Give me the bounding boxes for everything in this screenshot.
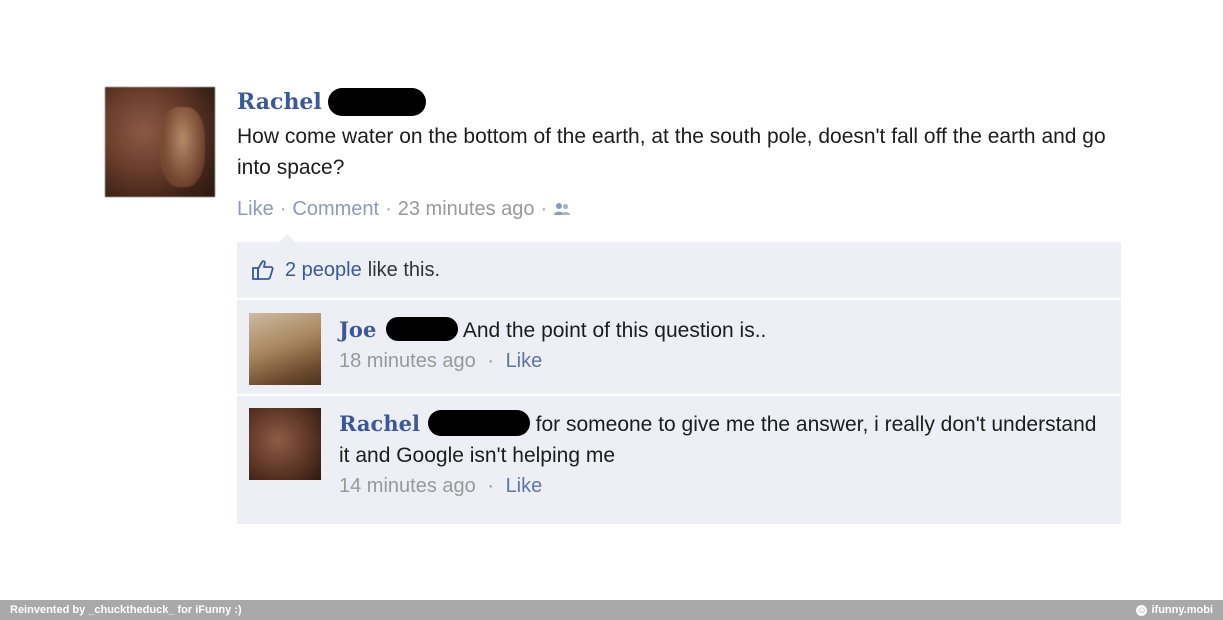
- comment-author[interactable]: Joe: [339, 317, 376, 342]
- comment-like-link[interactable]: Like: [506, 475, 543, 497]
- likes-text: like this.: [367, 258, 440, 281]
- comment-meta: 14 minutes ago · Like: [339, 475, 1101, 498]
- caret: [279, 234, 295, 242]
- brand: ☺ ifunny.mobi: [1136, 604, 1213, 616]
- thumbs-up-icon: [251, 258, 275, 282]
- comment: Joe And the point of this question is.. …: [237, 298, 1121, 394]
- comments-box: 2 people like this. Joe And the point of…: [237, 234, 1121, 524]
- post-timestamp[interactable]: 23 minutes ago: [398, 198, 535, 221]
- comment-timestamp[interactable]: 18 minutes ago: [339, 350, 476, 372]
- comment-avatar[interactable]: [249, 313, 321, 385]
- author-avatar[interactable]: [105, 87, 215, 197]
- watermark-footer: Reinvented by _chucktheduck_ for iFunny …: [0, 600, 1223, 620]
- post-actions: Like · Comment · 23 minutes ago ·: [237, 195, 1127, 223]
- comment-timestamp[interactable]: 14 minutes ago: [339, 475, 476, 497]
- author-line: Rachel: [237, 85, 1127, 119]
- redaction-bar: [427, 410, 530, 436]
- post-text: How come water on the bottom of the eart…: [237, 125, 1106, 179]
- redaction-bar: [386, 317, 459, 341]
- comment-meta: 18 minutes ago · Like: [339, 350, 1101, 373]
- comment-like-link[interactable]: Like: [506, 350, 543, 372]
- redaction-bar: [327, 88, 426, 116]
- separator: ·: [279, 197, 287, 220]
- comment-link[interactable]: Comment: [292, 198, 379, 221]
- comment-content: Rachel for someone to give me the answer…: [339, 408, 1101, 498]
- separator: ·: [540, 197, 548, 220]
- friends-privacy-icon[interactable]: [553, 201, 571, 217]
- likes-row: 2 people like this.: [237, 242, 1121, 298]
- post-body: Rachel How come water on the bottom of t…: [237, 85, 1127, 223]
- comment-author[interactable]: Rachel: [339, 411, 420, 436]
- credit-text: Reinvented by _chucktheduck_ for iFunny …: [10, 604, 242, 616]
- like-link[interactable]: Like: [237, 198, 274, 221]
- comment-text: And the point of this question is..: [462, 319, 767, 342]
- smiley-icon: ☺: [1136, 604, 1148, 616]
- separator: ·: [487, 350, 494, 372]
- likers-link[interactable]: 2 people: [285, 259, 362, 282]
- author-name[interactable]: Rachel: [237, 89, 322, 115]
- comment-avatar[interactable]: [249, 408, 321, 480]
- separator: ·: [487, 475, 494, 497]
- comment-line: Joe And the point of this question is..: [339, 314, 1101, 346]
- comment-line: Rachel for someone to give me the answer…: [339, 408, 1101, 471]
- separator: ·: [385, 197, 392, 220]
- comment-content: Joe And the point of this question is.. …: [339, 314, 1101, 373]
- brand-text: ifunny.mobi: [1151, 604, 1213, 616]
- comment: Rachel for someone to give me the answer…: [237, 394, 1121, 524]
